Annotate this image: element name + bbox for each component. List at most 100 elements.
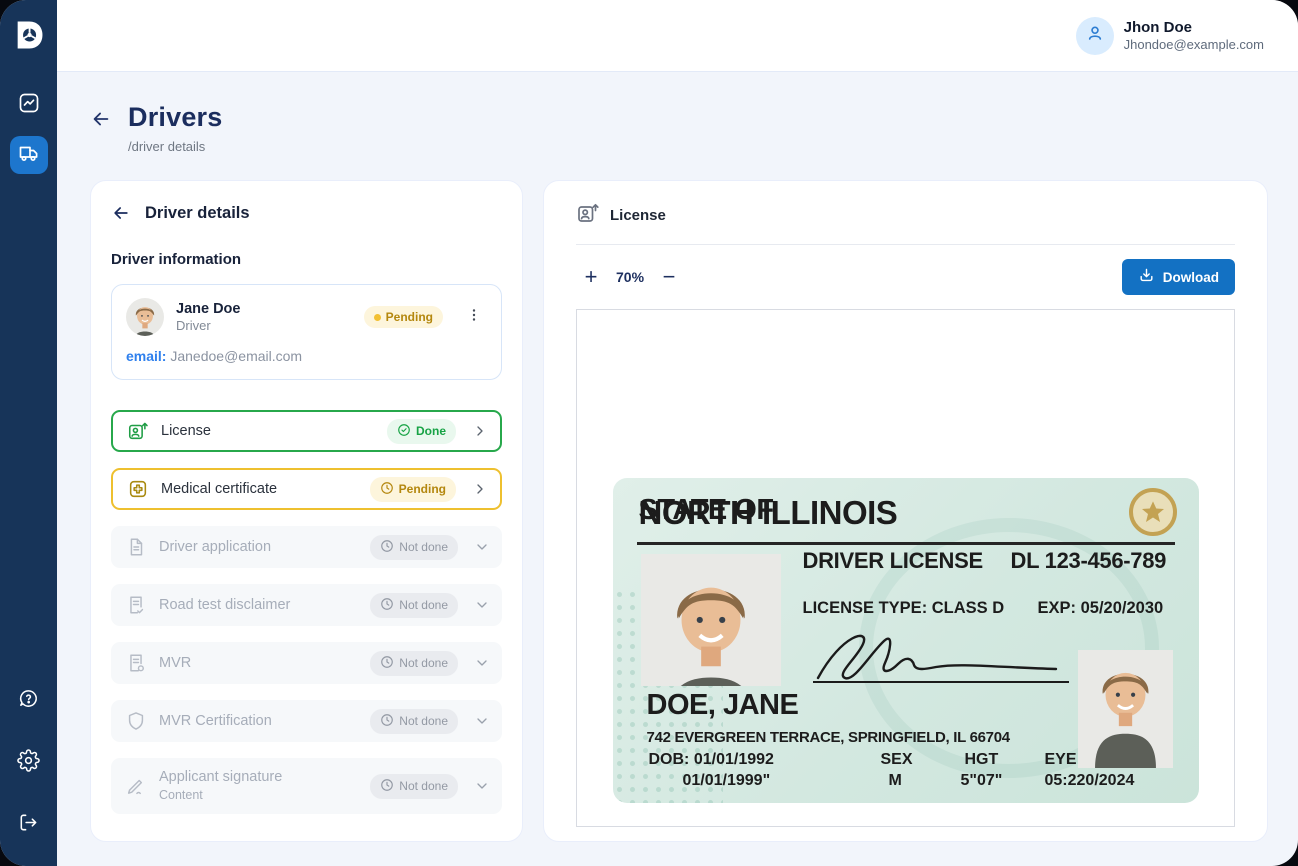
driver-role: Driver (176, 318, 240, 334)
top-header: Jhon Doe Jhondoe@example.com (57, 0, 1298, 72)
document-check-icon (125, 594, 147, 616)
license-dob-line2: 01/01/1999" (683, 772, 771, 790)
checklist-item-road-test-disclaimer[interactable]: Road test disclaimer Not done (111, 584, 502, 626)
page-head: Drivers /driver details (90, 102, 1268, 154)
document-viewport[interactable]: STATE OF NORTH ILLINOIS DRIVER LICENSE D… (576, 309, 1235, 827)
document-icon (125, 536, 147, 558)
download-button[interactable]: Dowload (1122, 259, 1235, 295)
status-dot-icon (374, 314, 381, 321)
clock-icon (380, 713, 394, 730)
chevron-down-icon (474, 778, 490, 794)
email-label: email: (126, 348, 166, 364)
checklist-item-applicant-signature[interactable]: Applicant signature Content Not done (111, 758, 502, 814)
license-photo-primary (641, 554, 781, 686)
sidebar-item-help[interactable] (14, 686, 44, 716)
chevron-down-icon (474, 713, 490, 729)
chevron-down-icon (474, 597, 490, 613)
checklist-item-mvr-certification[interactable]: MVR Certification Not done (111, 700, 502, 742)
download-icon (1138, 267, 1155, 287)
license-hgt-value: 5"07" (961, 772, 1003, 790)
license-dob: DOB: 01/01/1992 (649, 751, 774, 769)
medical-cross-icon (127, 478, 149, 500)
signature-icon (125, 775, 147, 797)
document-shield-icon (125, 652, 147, 674)
user-profile[interactable]: Jhon Doe Jhondoe@example.com (1076, 17, 1264, 55)
document-checklist: License Done (111, 410, 502, 814)
app-window: Jhon Doe Jhondoe@example.com Drivers /dr… (0, 0, 1298, 866)
chevron-down-icon (474, 539, 490, 555)
clock-icon (380, 778, 394, 795)
chevron-down-icon (474, 655, 490, 671)
license-sex-value: M (889, 772, 902, 790)
divider (576, 244, 1235, 245)
chart-icon (17, 91, 41, 120)
app-logo-icon (12, 18, 46, 52)
status-badge-notdone: Not done (370, 774, 458, 799)
driver-status-badge: Pending (364, 306, 443, 328)
kebab-menu-icon[interactable] (461, 304, 487, 331)
id-card-icon (576, 201, 600, 230)
status-badge-pending: Pending (370, 477, 456, 502)
viewer-toolbar: + 70% − Dowload (576, 259, 1235, 295)
license-holder-name: DOE, JANE (647, 689, 799, 722)
sidebar-item-settings[interactable] (14, 748, 44, 778)
driver-name: Jane Doe (176, 301, 240, 318)
sidebar-nav (10, 86, 48, 174)
zoom-in-button[interactable]: + (576, 266, 606, 288)
license-class: LICENSE TYPE: CLASS D (803, 599, 1005, 618)
chevron-right-icon (472, 423, 488, 439)
truck-icon (17, 141, 41, 170)
clock-icon (380, 481, 394, 498)
clock-icon (380, 655, 394, 672)
sidebar-item-drivers[interactable] (10, 136, 48, 174)
gold-star-seal-icon (1129, 488, 1177, 536)
clock-icon (380, 539, 394, 556)
back-arrow-icon[interactable] (90, 108, 112, 135)
panel-back-arrow-icon[interactable] (111, 203, 131, 223)
status-badge-notdone: Not done (370, 651, 458, 676)
zoom-out-button[interactable]: − (654, 266, 684, 288)
license-sex-label: SEX (881, 751, 913, 769)
signature-line (813, 681, 1069, 683)
chevron-right-icon (472, 481, 488, 497)
help-icon (17, 687, 40, 715)
status-badge-done: Done (387, 419, 456, 444)
checklist-item-mvr[interactable]: MVR Not done (111, 642, 502, 684)
checklist-item-driver-application[interactable]: Driver application Not done (111, 526, 502, 568)
license-divider (637, 542, 1175, 545)
panels: Driver details Driver information Jane D… (90, 180, 1268, 866)
license-number: DL 123-456-789 (1011, 548, 1167, 574)
user-name: Jhon Doe (1124, 19, 1264, 38)
license-doc-type: DRIVER LICENSE (803, 548, 983, 574)
checklist-item-license[interactable]: License Done (111, 410, 502, 452)
driver-email: Janedoe@email.com (170, 348, 302, 364)
user-avatar (1076, 17, 1114, 55)
logout-icon (17, 811, 40, 839)
clock-icon (380, 597, 394, 614)
sidebar-item-dashboard[interactable] (10, 86, 48, 124)
check-circle-icon (397, 423, 411, 440)
checklist-item-sublabel: Content (159, 788, 203, 802)
license-photo-secondary (1078, 650, 1173, 798)
user-email: Jhondoe@example.com (1124, 37, 1264, 52)
status-badge-notdone: Not done (370, 593, 458, 618)
page-title: Drivers (128, 102, 222, 133)
breadcrumb: /driver details (128, 139, 222, 154)
driver-info-card: Jane Doe Driver Pending (111, 284, 502, 380)
driver-avatar (126, 298, 164, 336)
status-badge-notdone: Not done (370, 709, 458, 734)
license-viewer-panel: License + 70% − (543, 180, 1268, 842)
panel-title: Driver details (145, 204, 250, 223)
checklist-item-medical-certificate[interactable]: Medical certificate Pending (111, 468, 502, 510)
sidebar-item-logout[interactable] (14, 810, 44, 840)
license-hgt-label: HGT (965, 751, 999, 769)
driver-email-row: email: Janedoe@email.com (126, 348, 487, 364)
viewer-title: License (610, 207, 666, 224)
driver-license-image: STATE OF NORTH ILLINOIS DRIVER LICENSE D… (613, 478, 1199, 803)
license-address: 742 EVERGREEN TERRACE, SPRINGFIELD, IL 6… (647, 729, 1010, 746)
shield-icon (125, 710, 147, 732)
status-badge-notdone: Not done (370, 535, 458, 560)
sidebar (0, 0, 57, 866)
driver-details-panel: Driver details Driver information Jane D… (90, 180, 523, 842)
sidebar-footer (14, 686, 44, 840)
